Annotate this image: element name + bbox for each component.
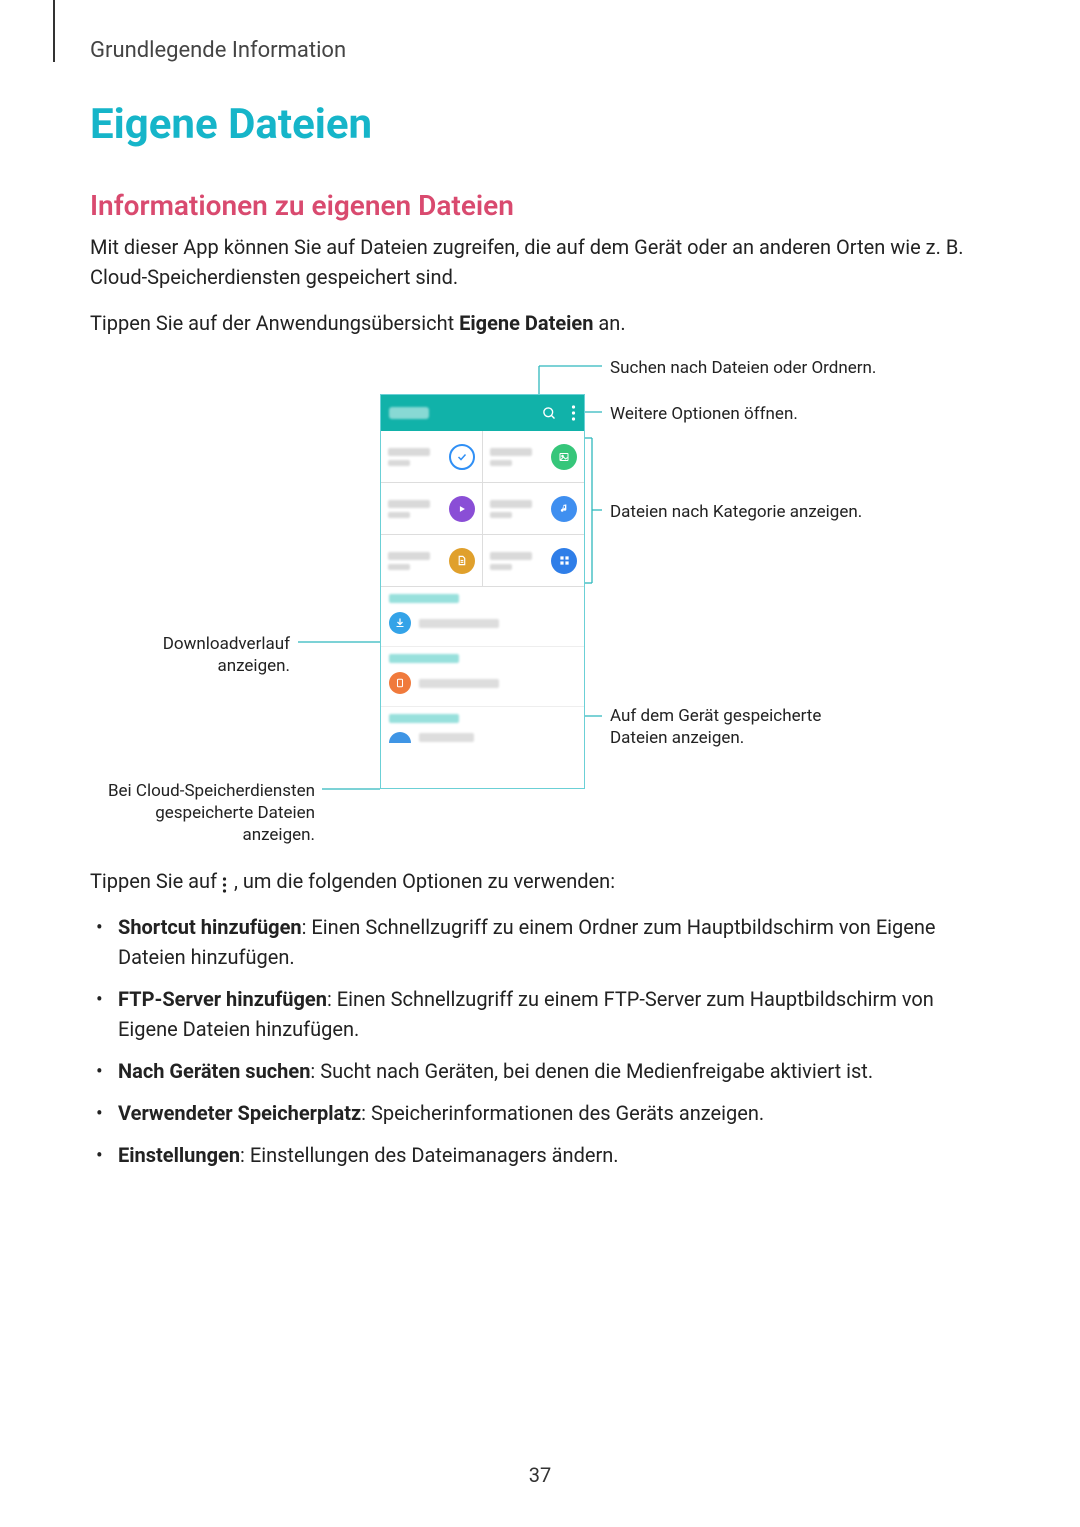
downloads-grid-icon (551, 548, 577, 574)
opt1-name: FTP-Server hinzufügen (118, 987, 327, 1011)
category-grid (381, 431, 584, 587)
audio-icon (551, 496, 577, 522)
option-settings: Einstellungen: Einstellungen des Dateima… (118, 1140, 990, 1170)
intro-paragraph-2: Tippen Sie auf der Anwendungsübersicht E… (90, 308, 990, 338)
after-image-text: Tippen Sie auf , um die folgenden Option… (90, 866, 990, 896)
device-storage-icon (389, 672, 411, 694)
after-b: , um die folgenden Optionen zu verwenden… (234, 869, 615, 893)
download-icon (389, 612, 411, 634)
section-local-storage (381, 647, 584, 665)
opt2-name: Nach Geräten suchen (118, 1059, 310, 1083)
category-downloads[interactable] (483, 535, 585, 587)
callout-search: Suchen nach Dateien oder Ordnern. (610, 357, 876, 379)
section-subtitle: Informationen zu eigenen Dateien (90, 189, 990, 222)
page-left-rule (53, 0, 55, 62)
option-storage-used: Verwendeter Speicherplatz: Speicherinfor… (118, 1098, 990, 1128)
section-cloud-storage (381, 707, 584, 725)
section-header: Grundlegende Information (90, 38, 346, 63)
search-icon[interactable] (542, 406, 557, 421)
opt0-name: Shortcut hinzufügen (118, 915, 302, 939)
callout-download: Downloadverlauf anzeigen. (90, 633, 290, 677)
device-label-blur (419, 679, 499, 688)
section-download-history (381, 587, 584, 605)
phone-screenshot (380, 394, 585, 789)
opt3-desc: : Speicherinformationen des Geräts anzei… (361, 1101, 764, 1125)
more-options-icon[interactable] (571, 405, 576, 421)
images-icon (551, 444, 577, 470)
annotated-screenshot-diagram: Suchen nach Dateien oder Ordnern. Weiter… (90, 354, 990, 844)
category-documents[interactable] (381, 535, 483, 587)
category-videos[interactable] (381, 483, 483, 535)
content-area: Eigene Dateien Informationen zu eigenen … (90, 100, 990, 1182)
callout-more: Weitere Optionen öffnen. (610, 403, 798, 425)
recent-icon (449, 444, 475, 470)
after-a: Tippen Sie auf (90, 869, 222, 893)
download-label-blur (419, 619, 499, 628)
option-devicesearch: Nach Geräten suchen: Sucht nach Geräten,… (118, 1056, 990, 1086)
category-images[interactable] (483, 431, 585, 483)
option-ftp: FTP-Server hinzufügen: Einen Schnellzugr… (118, 984, 990, 1044)
cloud-icon (389, 732, 411, 743)
more-options-inline-icon (222, 871, 234, 889)
intro2-bold: Eigene Dateien (459, 311, 593, 335)
intro2-c: an. (593, 311, 625, 335)
category-audio[interactable] (483, 483, 585, 535)
opt4-name: Einstellungen (118, 1143, 240, 1167)
cloud-label-blur (419, 733, 474, 742)
download-history-row[interactable] (381, 605, 584, 647)
callout-cloud: Bei Cloud-Speicherdiensten gespeicherte … (90, 780, 315, 846)
app-title-blur (389, 407, 429, 419)
opt4-desc: : Einstellungen des Dateimanagers ändern… (240, 1143, 619, 1167)
callout-category: Dateien nach Kategorie anzeigen. (610, 501, 862, 523)
callout-device: Auf dem Gerät gespeicherte Dateien anzei… (610, 705, 870, 749)
videos-icon (449, 496, 475, 522)
opt2-desc: : Sucht nach Geräten, bei denen die Medi… (310, 1059, 873, 1083)
options-list: Shortcut hinzufügen: Einen Schnellzugrif… (90, 912, 990, 1170)
cloud-storage-row[interactable] (381, 725, 584, 743)
documents-icon (449, 548, 475, 574)
opt3-name: Verwendeter Speicherplatz (118, 1101, 361, 1125)
intro-paragraph-1: Mit dieser App können Sie auf Dateien zu… (90, 232, 990, 292)
device-storage-row[interactable] (381, 665, 584, 707)
app-bar (381, 395, 584, 431)
page-number: 37 (0, 1463, 1080, 1487)
option-shortcut: Shortcut hinzufügen: Einen Schnellzugrif… (118, 912, 990, 972)
category-recent[interactable] (381, 431, 483, 483)
intro2-a: Tippen Sie auf der Anwendungsübersicht (90, 311, 459, 335)
page-title: Eigene Dateien (90, 100, 990, 149)
